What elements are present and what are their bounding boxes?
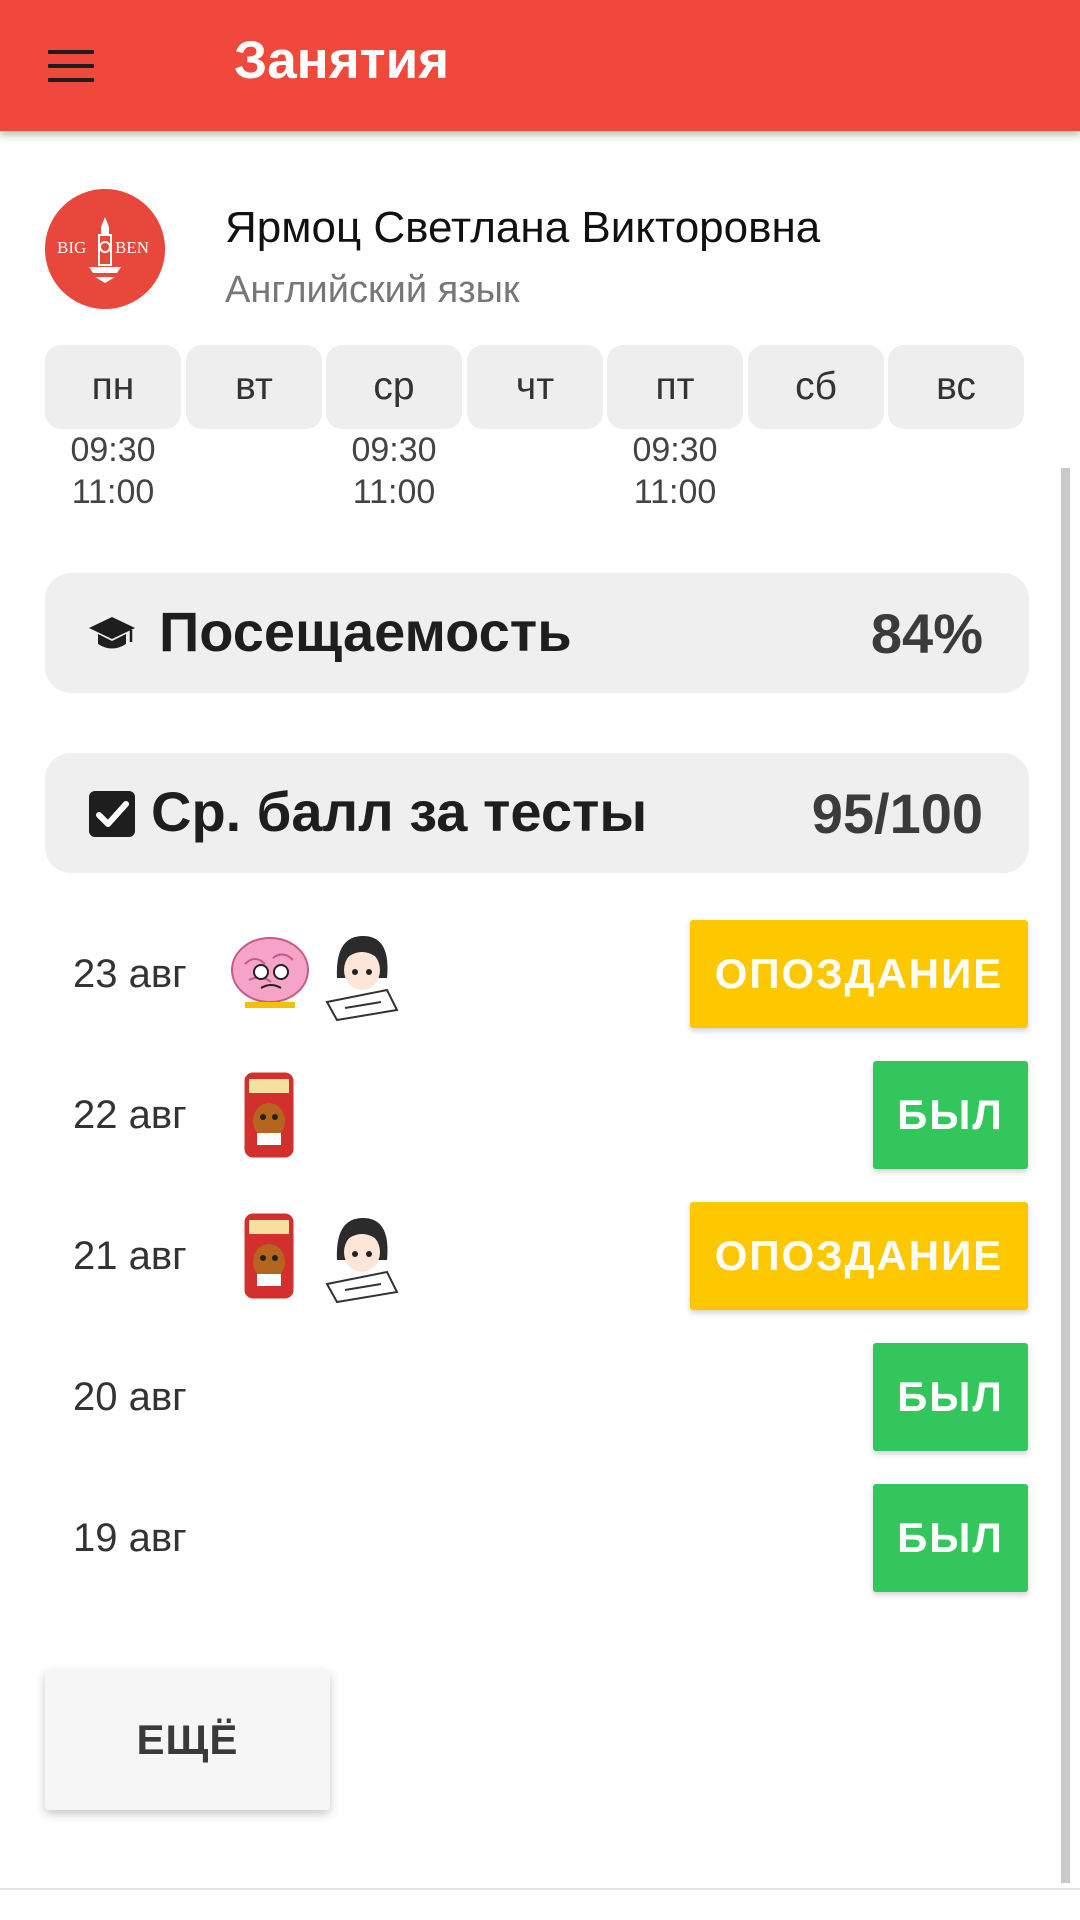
checkbox-icon bbox=[89, 791, 135, 837]
tests-label: Ср. балл за тесты bbox=[151, 780, 648, 843]
lesson-date: 19 авг bbox=[73, 1516, 187, 1560]
list-item: 21 авг ОПОЗДАНИЕ bbox=[45, 1202, 1029, 1343]
anime-girl-sticker[interactable] bbox=[317, 1208, 407, 1304]
logo-text-right: BEN bbox=[115, 238, 149, 257]
day-pill-tuesday[interactable]: вт bbox=[186, 345, 322, 429]
tests-value: 95/100 bbox=[811, 782, 983, 845]
dog-homework-sticker[interactable] bbox=[225, 1208, 315, 1304]
attendance-label: Посещаемость bbox=[159, 600, 572, 663]
status-present-button[interactable]: БЫЛ bbox=[873, 1343, 1028, 1451]
day-pill-sunday[interactable]: вс bbox=[888, 345, 1024, 429]
big-ben-logo: BIG BEN bbox=[45, 189, 165, 309]
attendance-value: 84% bbox=[870, 602, 983, 665]
day-pill-wednesday[interactable]: ср bbox=[326, 345, 462, 429]
list-item: 23 авг ОПОЗДАНИЕ bbox=[45, 920, 1029, 1061]
teacher-card: BIG BEN Ярмоц Светлана Викторовна Англий… bbox=[45, 189, 1045, 311]
dog-homework-sticker[interactable] bbox=[225, 1067, 315, 1163]
more-button[interactable]: ЕЩЁ bbox=[45, 1670, 330, 1810]
day-times-monday: 09:30 11:00 bbox=[45, 429, 181, 513]
lesson-date: 23 авг bbox=[73, 952, 187, 996]
time-end: 11:00 bbox=[352, 473, 436, 511]
time-start: 09:30 bbox=[70, 431, 156, 469]
teacher-name: Ярмоц Светлана Викторовна bbox=[225, 203, 821, 252]
hamburger-menu-icon[interactable] bbox=[48, 48, 94, 84]
tests-card[interactable]: Ср. балл за тесты 95/100 bbox=[45, 753, 1029, 873]
day-thursday: чт bbox=[467, 345, 603, 429]
teacher-subject: Английский язык bbox=[225, 269, 520, 311]
list-item: 19 авг БЫЛ bbox=[45, 1484, 1029, 1625]
day-pill-friday[interactable]: пт bbox=[607, 345, 743, 429]
time-start: 09:30 bbox=[351, 431, 437, 469]
status-late-button[interactable]: ОПОЗДАНИЕ bbox=[690, 920, 1028, 1028]
attendance-card[interactable]: Посещаемость 84% bbox=[45, 573, 1029, 693]
day-times-friday: 09:30 11:00 bbox=[607, 429, 743, 513]
day-saturday: сб bbox=[748, 345, 884, 429]
lesson-date: 22 авг bbox=[73, 1093, 187, 1137]
app-bar: Занятия bbox=[0, 0, 1080, 131]
logo-text-left: BIG bbox=[57, 238, 86, 257]
status-present-button[interactable]: БЫЛ bbox=[873, 1061, 1028, 1169]
divider bbox=[0, 1888, 1080, 1890]
time-end: 11:00 bbox=[633, 473, 717, 511]
day-monday: пн 09:30 11:00 bbox=[45, 345, 181, 511]
time-start: 09:30 bbox=[632, 431, 718, 469]
brain-sticker[interactable] bbox=[225, 926, 315, 1022]
status-present-button[interactable]: БЫЛ bbox=[873, 1484, 1028, 1592]
day-pill-saturday[interactable]: сб bbox=[748, 345, 884, 429]
day-times-wednesday: 09:30 11:00 bbox=[326, 429, 462, 513]
scrollbar[interactable] bbox=[1061, 468, 1070, 1883]
day-tuesday: вт bbox=[186, 345, 322, 429]
day-friday: пт 09:30 11:00 bbox=[607, 345, 743, 511]
day-pill-monday[interactable]: пн bbox=[45, 345, 181, 429]
page-title: Занятия bbox=[234, 31, 450, 90]
lesson-date: 20 авг bbox=[73, 1375, 187, 1419]
time-end: 11:00 bbox=[71, 473, 155, 511]
day-wednesday: ср 09:30 11:00 bbox=[326, 345, 462, 511]
anime-girl-sticker[interactable] bbox=[317, 926, 407, 1022]
weekly-schedule: пн 09:30 11:00 вт ср 09:30 11:00 чт пт 0… bbox=[45, 345, 1025, 515]
list-item: 20 авг БЫЛ bbox=[45, 1343, 1029, 1484]
lesson-date: 21 авг bbox=[73, 1234, 187, 1278]
day-pill-thursday[interactable]: чт bbox=[467, 345, 603, 429]
status-late-button[interactable]: ОПОЗДАНИЕ bbox=[690, 1202, 1028, 1310]
graduation-cap-icon bbox=[89, 617, 135, 649]
day-sunday: вс bbox=[888, 345, 1024, 429]
list-item: 22 авг БЫЛ bbox=[45, 1061, 1029, 1202]
